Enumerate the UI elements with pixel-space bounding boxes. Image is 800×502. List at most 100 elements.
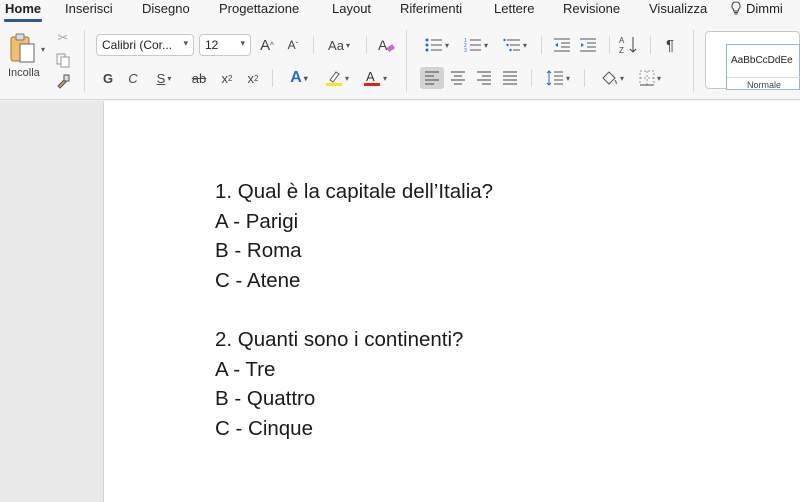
align-left-icon	[425, 71, 439, 85]
paste-icon	[10, 33, 35, 63]
tab-revisione[interactable]: Revisione	[563, 1, 620, 16]
question-1[interactable]: 1. Qual è la capitale dell’Italia?	[215, 180, 493, 204]
tab-visualizza[interactable]: Visualizza	[649, 1, 707, 16]
align-left-button[interactable]	[420, 67, 444, 89]
shading-button[interactable]: ▾	[595, 67, 629, 89]
paste-button[interactable]: ▾	[6, 32, 48, 66]
decrease-indent-button[interactable]	[552, 35, 572, 55]
lightbulb-icon	[731, 1, 741, 15]
svg-text:Z: Z	[619, 46, 624, 55]
underline-button[interactable]: S ▾	[151, 68, 177, 88]
justify-button[interactable]	[498, 67, 522, 89]
shrink-font-icon: A	[287, 38, 296, 52]
chevron-down-icon: ▾	[444, 40, 449, 50]
strikethrough-button[interactable]: ab	[188, 68, 210, 88]
text-effects-icon: A	[290, 69, 302, 86]
subscript-button[interactable]: x2	[218, 68, 236, 88]
tab-riferimenti[interactable]: Riferimenti	[400, 1, 462, 16]
ribbon-tabs: Home Inserisci Disegno Progettazione Lay…	[0, 0, 800, 22]
italic-button[interactable]: C	[124, 68, 142, 88]
style-normal[interactable]: AaBbCcDdEe Normale	[726, 44, 800, 90]
answer-2b[interactable]: B - Quattro	[215, 387, 315, 411]
svg-text:3: 3	[464, 48, 467, 53]
align-center-icon	[451, 71, 465, 85]
styles-gallery[interactable]: AaBbCcDdEe Normale	[705, 31, 800, 90]
show-formatting-marks-icon[interactable]: ¶	[660, 35, 680, 55]
cut-icon[interactable]: ✂	[55, 30, 71, 46]
answer-1b[interactable]: B - Roma	[215, 239, 302, 263]
tab-inserisci[interactable]: Inserisci	[65, 1, 113, 16]
caret-down-icon: ˇ	[295, 40, 299, 50]
shrink-font-button[interactable]: Aˇ	[283, 35, 303, 55]
clear-formatting-button[interactable]: A	[376, 35, 396, 55]
tab-layout[interactable]: Layout	[332, 1, 371, 16]
separator	[584, 69, 585, 87]
question-2[interactable]: 2. Quanti sono i continenti?	[215, 328, 463, 352]
separator	[366, 36, 367, 54]
style-name: Normale	[727, 77, 800, 90]
line-spacing-icon	[546, 70, 563, 86]
font-name-select[interactable]: Calibri (Cor... ▾	[96, 34, 194, 56]
svg-text:A: A	[366, 69, 375, 84]
copy-icon[interactable]	[55, 52, 71, 68]
chevron-down-icon: ▾	[303, 73, 308, 83]
numbered-list-icon: 123	[464, 38, 481, 53]
change-case-button[interactable]: Aa ▾	[322, 35, 356, 55]
line-spacing-button[interactable]: ▾	[540, 67, 576, 89]
separator	[650, 36, 651, 54]
highlight-button[interactable]: ▾	[320, 67, 354, 89]
decrease-indent-icon	[554, 38, 570, 52]
paste-label: Incolla	[8, 67, 40, 79]
separator	[531, 69, 532, 87]
chevron-down-icon: ▾	[345, 40, 350, 50]
answer-1c[interactable]: C - Atene	[215, 269, 300, 293]
document-page[interactable]: 1. Qual è la capitale dell’Italia? A - P…	[103, 101, 800, 502]
tab-lettere[interactable]: Lettere	[494, 1, 534, 16]
align-right-button[interactable]	[472, 67, 496, 89]
chevron-down-icon: ▾	[565, 73, 570, 83]
multilevel-list-icon	[503, 38, 520, 52]
chevron-down-icon: ▾	[382, 73, 387, 83]
borders-icon	[639, 70, 655, 86]
grow-font-icon: A	[260, 36, 271, 54]
font-size-select[interactable]: 12 ▾	[199, 34, 251, 56]
increase-indent-button[interactable]	[578, 35, 598, 55]
bold-button[interactable]: G	[99, 68, 117, 88]
font-color-button[interactable]: A ▾	[358, 67, 392, 89]
answer-2c[interactable]: C - Cinque	[215, 417, 313, 441]
answer-2a[interactable]: A - Tre	[215, 358, 275, 382]
borders-button[interactable]: ▾	[633, 67, 667, 89]
text-effects-button[interactable]: A ▾	[282, 67, 316, 89]
tab-home[interactable]: Home	[5, 1, 41, 16]
sort-button[interactable]: AZ	[618, 34, 640, 56]
tab-progettazione[interactable]: Progettazione	[219, 1, 299, 16]
numbering-button[interactable]: 1 2 3 ▾	[459, 35, 493, 55]
tell-me[interactable]: Dimmi	[730, 1, 783, 16]
multilevel-list-button[interactable]: ▾	[498, 35, 532, 55]
bullets-button[interactable]: ▾	[420, 35, 454, 55]
font-name-value: Calibri (Cor...	[102, 38, 173, 52]
superscript-button[interactable]: x2	[244, 68, 262, 88]
bullet-list-icon	[425, 38, 442, 52]
svg-text:A: A	[378, 37, 388, 53]
answer-1a[interactable]: A - Parigi	[215, 210, 298, 234]
tab-disegno[interactable]: Disegno	[142, 1, 190, 16]
separator	[406, 30, 407, 92]
grow-font-button[interactable]: A ^	[257, 35, 277, 55]
separator	[84, 30, 85, 92]
paint-bucket-icon	[602, 71, 617, 85]
paste-chevron-icon[interactable]: ▾	[41, 45, 45, 54]
chevron-down-icon: ▾	[656, 73, 661, 83]
chevron-down-icon: ▾	[522, 40, 527, 50]
format-painter-icon[interactable]	[55, 73, 71, 89]
sort-az-icon: AZ	[619, 36, 637, 55]
font-size-value: 12	[205, 38, 219, 52]
change-case-icon: Aa	[328, 37, 344, 53]
tell-me-label: Dimmi	[746, 1, 783, 16]
separator	[313, 36, 314, 54]
align-center-button[interactable]	[446, 67, 470, 89]
chevron-down-icon: ▾	[240, 38, 245, 48]
document-canvas: 1. Qual è la capitale dell’Italia? A - P…	[0, 101, 800, 502]
ribbon-home: ▾ Incolla ✂ Calibri (Cor... ▾ 12 ▾ A ^ Aˇ A…	[0, 22, 800, 100]
chevron-down-icon: ▾	[344, 73, 349, 83]
